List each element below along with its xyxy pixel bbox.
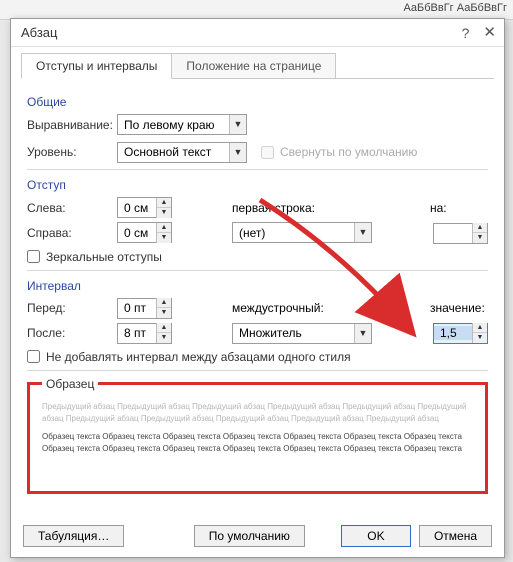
spinner-down-icon[interactable]: ▼ [157,233,171,243]
indent-right-spinner[interactable]: 0 см ▲▼ [117,222,172,243]
indent-right-label: Справа: [27,226,117,240]
first-line-label: первая строка: [232,201,372,215]
spinner-down-icon[interactable]: ▼ [473,233,487,243]
help-button[interactable]: ? [462,26,470,40]
level-combo[interactable]: Основной текст ▼ [117,142,247,163]
spinner-up-icon[interactable]: ▲ [473,323,487,333]
preview-fieldset: Образец Предыдущий абзац Предыдущий абза… [27,377,488,494]
indent-left-spinner[interactable]: 0 см ▲▼ [117,197,172,218]
group-indent-title: Отступ [27,178,488,192]
spinner-up-icon[interactable]: ▲ [157,198,171,208]
group-spacing-title: Интервал [27,279,488,293]
before-spinner[interactable]: 0 пт ▲▼ [117,298,172,319]
after-spinner[interactable]: 8 пт ▲▼ [117,323,172,344]
spinner-down-icon[interactable]: ▼ [157,308,171,318]
preview-box: Предыдущий абзац Предыдущий абзац Предыд… [42,401,473,481]
spinner-up-icon[interactable]: ▲ [157,298,171,308]
no-space-checkbox[interactable] [27,350,40,363]
spinner-down-icon[interactable]: ▼ [473,333,487,343]
group-general-title: Общие [27,95,488,109]
alignment-label: Выравнивание: [27,118,117,132]
default-button[interactable]: По умолчанию [194,525,305,547]
tabs-button[interactable]: Табуляция… [23,525,124,547]
spinner-down-icon[interactable]: ▼ [157,333,171,343]
chevron-down-icon: ▼ [229,143,246,162]
alignment-combo[interactable]: По левому краю ▼ [117,114,247,135]
spinner-down-icon[interactable]: ▼ [157,208,171,218]
chevron-down-icon: ▼ [354,223,371,242]
close-button[interactable]: ✕ [483,25,496,40]
mirror-indent-label: Зеркальные отступы [46,250,162,264]
tabs: Отступы и интервалы Положение на страниц… [11,47,504,79]
dialog-content: Общие Выравнивание: По левому краю ▼ Уро… [11,79,504,517]
paragraph-dialog: Абзац ? ✕ Отступы и интервалы Положение … [10,18,505,558]
ribbon-styles: АаБбВвГг АаБбВвГг [397,0,513,16]
mirror-indent-checkbox[interactable] [27,250,40,263]
before-label: Перед: [27,301,117,315]
at-value-spinner[interactable]: 1,5 ▲▼ [433,323,488,344]
level-label: Уровень: [27,145,117,159]
preview-legend: Образец [42,377,98,391]
chevron-down-icon: ▼ [354,324,371,343]
line-spacing-combo[interactable]: Множитель ▼ [232,323,372,344]
spinner-up-icon[interactable]: ▲ [157,323,171,333]
line-spacing-label: междустрочный: [232,301,372,315]
at-label: значение: [430,301,488,315]
dialog-title: Абзац [21,25,57,40]
indent-left-label: Слева: [27,201,117,215]
after-label: После: [27,326,117,340]
collapse-label: Свернуты по умолчанию [280,145,417,159]
indent-by-spinner[interactable]: ▲▼ [433,223,488,244]
titlebar: Абзац ? ✕ [11,19,504,47]
spinner-up-icon[interactable]: ▲ [157,223,171,233]
indent-by-label: на: [430,201,488,215]
chevron-down-icon: ▼ [229,115,246,134]
ok-button[interactable]: OK [341,525,411,547]
collapse-checkbox [261,146,274,159]
tab-indents[interactable]: Отступы и интервалы [21,53,172,79]
no-space-label: Не добавлять интервал между абзацами одн… [46,350,351,364]
tab-position[interactable]: Положение на странице [171,53,336,79]
dialog-footer: Табуляция… По умолчанию OK Отмена [11,517,504,557]
first-line-combo[interactable]: (нет) ▼ [232,222,372,243]
cancel-button[interactable]: Отмена [419,525,492,547]
spinner-up-icon[interactable]: ▲ [473,223,487,233]
